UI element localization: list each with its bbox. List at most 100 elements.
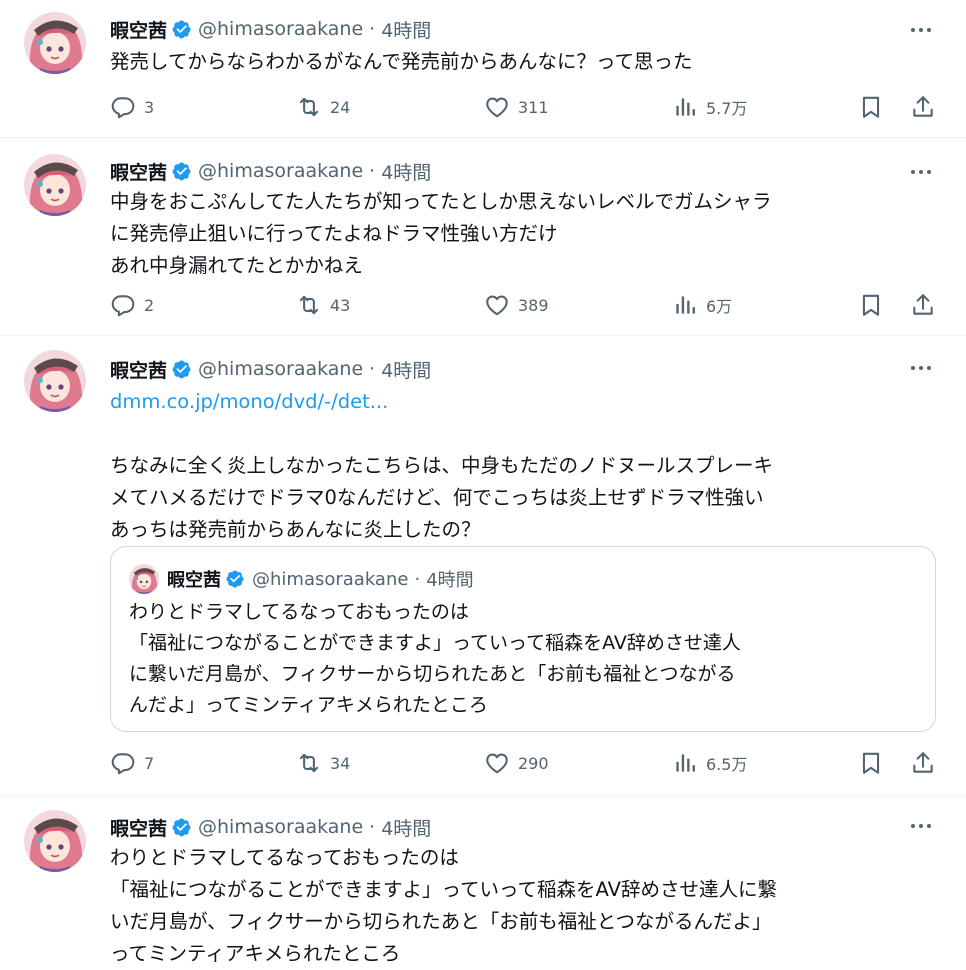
timestamp[interactable]: 4時間 — [381, 16, 431, 43]
author-handle[interactable]: @himasoraakane — [198, 358, 363, 380]
bookmark-button[interactable] — [858, 292, 892, 318]
tweet-header: 暇空茜 @himasoraakane · 4時間 — [110, 812, 431, 842]
author-name[interactable]: 暇空茜 — [110, 356, 167, 383]
view-count: 6万 — [706, 297, 733, 316]
author-handle[interactable]: @himasoraakane — [198, 160, 363, 182]
timeline-feed: 暇空茜 @himasoraakane · 4時間 発売してからならわかるがなんで… — [0, 0, 966, 966]
verified-badge-icon — [171, 161, 192, 182]
repost-count: 43 — [330, 295, 351, 315]
more-options-icon[interactable] — [906, 358, 936, 378]
reply-button[interactable]: 3 — [110, 94, 154, 120]
bookmark-icon — [862, 96, 880, 118]
like-button[interactable]: 290 — [484, 750, 549, 776]
timestamp[interactable]: 4時間 — [381, 814, 431, 841]
reply-icon — [111, 753, 135, 775]
reply-count: 3 — [144, 97, 155, 117]
text-line: 中身をおこぷんしてた人たちが知ってたとしか思えないレベルでガムシャラ — [110, 190, 772, 213]
tweet-text: 中身をおこぷんしてた人たちが知ってたとしか思えないレベルでガムシャラ に発売停止… — [110, 186, 940, 282]
tweet-link[interactable]: dmm.co.jp/mono/dvd/-/det... — [110, 386, 940, 418]
author-handle[interactable]: @himasoraakane — [198, 816, 363, 838]
view-count: 5.7万 — [706, 99, 748, 118]
avatar[interactable] — [24, 154, 86, 216]
verified-badge-icon — [171, 359, 192, 380]
text-line: いだ月島が、フィクサーから切られたあと「お前も福祉とつながるんだよ」 — [110, 910, 772, 933]
separator-dot: · — [369, 18, 376, 40]
separator-dot: · — [369, 816, 376, 838]
repost-icon — [299, 295, 319, 315]
tweet-4[interactable]: 暇空茜 @himasoraakane · 4時間 わりとドラマしてるなっておもっ… — [0, 796, 966, 966]
like-button[interactable]: 311 — [484, 94, 549, 120]
reply-count: 2 — [144, 295, 155, 315]
like-count: 389 — [518, 295, 549, 315]
repost-count: 24 — [330, 97, 351, 117]
tweet-text: 発売してからならわかるがなんで発売前からあんなに？って思った — [110, 46, 940, 78]
author-name[interactable]: 暇空茜 — [110, 158, 167, 185]
bookmark-icon — [862, 294, 880, 316]
reply-button[interactable]: 2 — [110, 292, 154, 318]
tweet-1[interactable]: 暇空茜 @himasoraakane · 4時間 発売してからならわかるがなんで… — [0, 0, 966, 138]
author-name[interactable]: 暇空茜 — [110, 16, 167, 43]
heart-icon — [486, 753, 508, 774]
author-name[interactable]: 暇空茜 — [110, 814, 167, 841]
verified-badge-icon — [171, 19, 192, 40]
more-options-icon[interactable] — [906, 816, 936, 836]
text-line: 「福祉につながることができますよ」っていって稲森をAV辞めさせ達人 — [129, 632, 741, 654]
text-line: んだよ」ってミンティアキメられたところ — [129, 694, 488, 716]
views-button[interactable]: 6.5万 — [672, 750, 747, 776]
repost-button[interactable]: 43 — [296, 292, 350, 318]
verified-badge-icon — [225, 569, 246, 590]
avatar — [129, 564, 159, 594]
separator-dot: · — [369, 358, 376, 380]
views-icon — [676, 296, 695, 314]
more-options-icon[interactable] — [906, 20, 936, 40]
heart-icon — [486, 97, 508, 118]
view-count: 6.5万 — [706, 755, 748, 774]
text-line: あっちは発売前からあんなに炎上したの？ — [110, 518, 481, 541]
tweet-header: 暇空茜 @himasoraakane · 4時間 — [110, 354, 431, 384]
reply-count: 7 — [144, 753, 155, 773]
text-line: あれ中身漏れてたとかかねえ — [110, 254, 363, 277]
text-line: ってミンティアキメられたところ — [110, 942, 401, 965]
tweet-3[interactable]: 暇空茜 @himasoraakane · 4時間 dmm.co.jp/mono/… — [0, 336, 966, 796]
avatar[interactable] — [24, 350, 86, 412]
text-line: メてハメるだけでドラマ0なんだけど、何でこっちは炎上せずドラマ性強い — [110, 486, 764, 509]
views-icon — [676, 754, 695, 772]
repost-button[interactable]: 34 — [296, 750, 350, 776]
bookmark-button[interactable] — [858, 94, 892, 120]
action-bar: 7 34 290 6.5万 — [110, 750, 940, 780]
text-line: 発売してからならわかるがなんで発売前からあんなに？って思った — [110, 50, 693, 73]
share-button[interactable] — [910, 292, 944, 318]
reply-button[interactable]: 7 — [110, 750, 154, 776]
share-button[interactable] — [910, 750, 944, 776]
quote-header: 暇空茜 @himasoraakane · 4時間 — [129, 564, 474, 594]
author-handle: @himasoraakane — [252, 568, 409, 590]
text-line: わりとドラマしてるなっておもったのは — [110, 846, 459, 869]
timestamp: 4時間 — [426, 570, 474, 591]
repost-count: 34 — [330, 753, 351, 773]
more-options-icon[interactable] — [906, 162, 936, 182]
text-line: 「福祉につながることができますよ」っていって稲森をAV辞めさせ達人に繋 — [110, 878, 777, 901]
tweet-text: dmm.co.jp/mono/dvd/-/det... ちなみに全く炎上しなかっ… — [110, 386, 940, 546]
text-line: ちなみに全く炎上しなかったこちらは、中身もただのノドヌールスプレーキ — [110, 454, 774, 477]
heart-icon — [486, 295, 508, 316]
views-icon — [676, 98, 695, 116]
avatar[interactable] — [24, 12, 86, 74]
avatar[interactable] — [24, 810, 86, 872]
like-count: 311 — [518, 97, 549, 117]
like-button[interactable]: 389 — [484, 292, 549, 318]
author-handle[interactable]: @himasoraakane — [198, 18, 363, 40]
bookmark-button[interactable] — [858, 750, 892, 776]
views-button[interactable]: 5.7万 — [672, 94, 747, 120]
tweet-2[interactable]: 暇空茜 @himasoraakane · 4時間 中身をおこぷんしてた人たちが知… — [0, 138, 966, 336]
share-icon — [913, 294, 933, 315]
text-line: に発売停止狙いに行ってたよねドラマ性強い方だけ — [110, 222, 558, 245]
quoted-tweet[interactable]: 暇空茜 @himasoraakane · 4時間 わりとドラマしてるなっておもっ… — [110, 546, 936, 732]
repost-icon — [299, 753, 319, 773]
share-button[interactable] — [910, 94, 944, 120]
like-count: 290 — [518, 753, 549, 773]
timestamp[interactable]: 4時間 — [381, 158, 431, 185]
repost-button[interactable]: 24 — [296, 94, 350, 120]
views-button[interactable]: 6万 — [672, 292, 732, 318]
timestamp[interactable]: 4時間 — [381, 356, 431, 383]
